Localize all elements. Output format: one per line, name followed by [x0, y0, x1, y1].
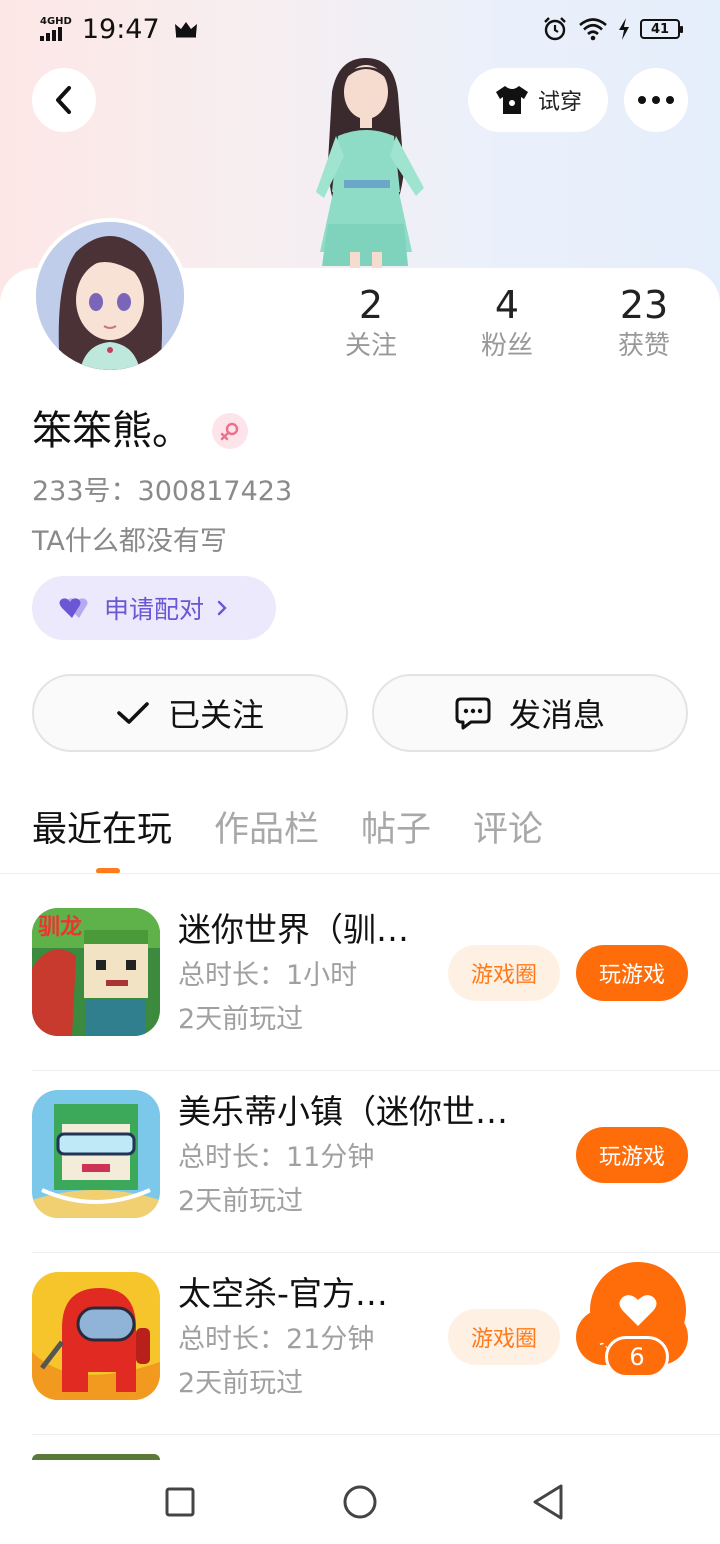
followed-label: 已关注 [167, 696, 264, 734]
circle-icon [343, 1485, 377, 1519]
home-button[interactable] [340, 1482, 380, 1522]
try-on-label: 试穿 [537, 90, 582, 115]
row-divider [32, 1070, 720, 1071]
chevron-left-icon [56, 86, 71, 114]
chat-bubble-icon [455, 697, 491, 730]
send-message-button[interactable]: 发消息 [372, 674, 688, 752]
female-gender-icon [212, 413, 248, 449]
play-game-button[interactable]: 玩游戏 [576, 1127, 688, 1183]
clock: 19:47 [81, 13, 160, 45]
tshirt-icon [495, 86, 528, 114]
fans-label: 粉丝 [480, 331, 533, 361]
list-item[interactable]: 美乐蒂小镇（迷你世… 总时长：11分钟 2天前玩过 玩游戏 [32, 1090, 720, 1272]
game-circle-button[interactable]: 游戏圈 [448, 1309, 560, 1365]
charging-icon [619, 18, 629, 40]
apply-pair-button[interactable]: 申请配对 [32, 576, 276, 640]
stat-fans[interactable]: 4 粉丝 [452, 282, 562, 364]
following-label: 关注 [344, 331, 397, 361]
likes-label: 获赞 [617, 331, 670, 361]
game-last-played: 2天前玩过 [178, 1004, 304, 1035]
following-count: 2 [358, 283, 384, 327]
try-on-button[interactable]: 试穿 [468, 68, 608, 132]
game-icon-mini-world[interactable]: 驯龙 [32, 908, 160, 1036]
battery-indicator: 41 [640, 19, 683, 39]
send-message-label: 发消息 [508, 696, 605, 734]
like-count-badge: 6 [605, 1336, 669, 1378]
game-circle-button[interactable]: 游戏圈 [448, 945, 560, 1001]
tab-works[interactable]: 作品栏 [214, 800, 319, 870]
avatar-3d-figure[interactable] [280, 52, 450, 272]
tab-recently-played[interactable]: 最近在玩 [32, 800, 172, 874]
apply-pair-label: 申请配对 [104, 595, 205, 624]
signal-icon: 4GHD [40, 17, 72, 41]
battery-level: 41 [650, 21, 670, 37]
game-title: 迷你世界（驯… [178, 910, 409, 949]
recent-apps-button[interactable] [160, 1482, 200, 1522]
chevron-right-icon [217, 600, 227, 616]
triangle-back-icon [533, 1484, 563, 1520]
alarm-icon [544, 17, 566, 41]
username-row: 笨笨熊。 [32, 406, 248, 456]
play-game-button[interactable]: 玩游戏 [576, 945, 688, 1001]
user-id: 233号：300817423 [32, 476, 293, 507]
list-item[interactable]: 驯龙 迷你世界（驯… 总时长：1小时 2天前玩过 游戏圈 玩游戏 [32, 908, 720, 1090]
wifi-icon [579, 18, 607, 41]
status-bar: 4GHD 19:47 41 [0, 0, 720, 58]
row-divider [32, 1252, 720, 1253]
system-back-button[interactable] [528, 1482, 568, 1522]
game-total-duration: 总时长：11分钟 [178, 1142, 375, 1173]
likes-count: 23 [619, 283, 669, 327]
stat-following[interactable]: 2 关注 [316, 282, 426, 364]
network-type: 4GHD [40, 16, 72, 27]
double-heart-icon [59, 598, 88, 618]
game-title: 太空杀-官方… [178, 1274, 388, 1313]
game-icon-melody-town[interactable] [32, 1090, 160, 1218]
square-icon [165, 1487, 195, 1517]
game-total-duration: 总时长：1小时 [178, 960, 358, 991]
tab-comments[interactable]: 评论 [473, 800, 543, 870]
game-icon-space-kill[interactable] [32, 1272, 160, 1400]
game-title: 美乐蒂小镇（迷你世… [178, 1092, 508, 1131]
game-total-duration: 总时长：21分钟 [178, 1324, 375, 1355]
profile-stats: 2 关注 4 粉丝 23 获赞 [300, 282, 720, 382]
back-button[interactable] [32, 68, 96, 132]
avatar[interactable] [32, 218, 188, 374]
game-last-played: 2天前玩过 [178, 1368, 304, 1399]
game-last-played: 2天前玩过 [178, 1186, 304, 1217]
tab-divider [0, 873, 720, 874]
system-navigation-bar [0, 1460, 720, 1544]
svg-text:驯龙: 驯龙 [38, 915, 82, 940]
avatar-portrait [36, 222, 184, 370]
check-icon [117, 702, 149, 724]
row-divider [32, 1434, 720, 1435]
heart-icon [619, 1295, 657, 1326]
more-button[interactable] [624, 68, 688, 132]
more-dots-icon [638, 96, 674, 104]
crown-icon [174, 22, 197, 38]
followed-button[interactable]: 已关注 [32, 674, 348, 752]
profile-tabs: 最近在玩 作品栏 帖子 评论 [32, 800, 543, 874]
username: 笨笨熊。 [32, 408, 192, 454]
user-bio: TA什么都没有写 [32, 526, 227, 557]
fans-count: 4 [494, 283, 520, 327]
tab-posts[interactable]: 帖子 [361, 800, 431, 870]
stat-likes[interactable]: 23 获赞 [589, 282, 699, 364]
